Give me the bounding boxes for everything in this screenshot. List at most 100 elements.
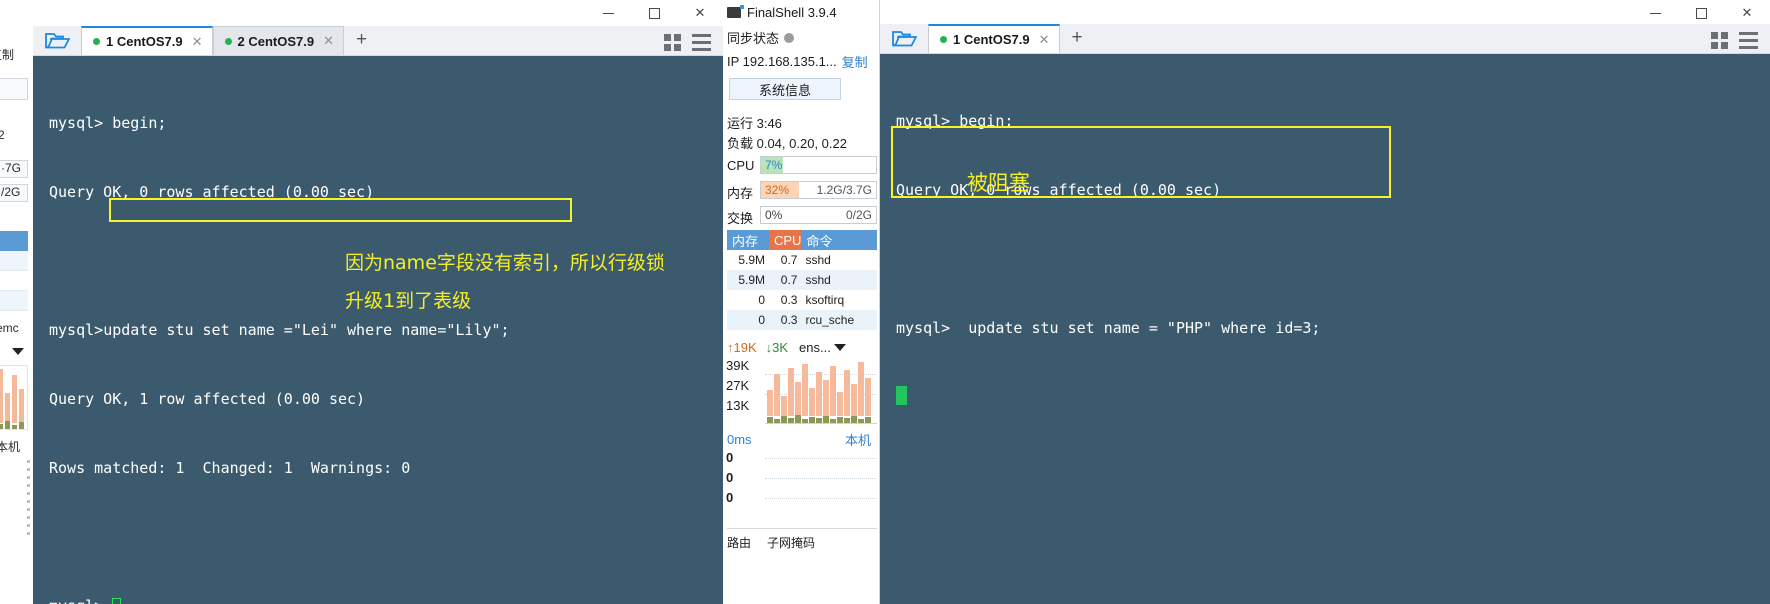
maximize-button[interactable] xyxy=(1678,0,1724,26)
maximize-icon xyxy=(1695,7,1707,19)
monitor-icon xyxy=(727,4,744,18)
close-button[interactable]: ✕ xyxy=(677,0,723,26)
net-chart-y-label-top: 39K xyxy=(726,358,750,373)
sync-status-row: 同步状态 xyxy=(727,28,795,47)
memory-meter-detail: 1.2G/3.7G xyxy=(816,183,872,197)
minimize-icon xyxy=(602,12,614,14)
maximize-icon xyxy=(648,7,660,19)
tab-close-icon[interactable]: ✕ xyxy=(192,34,203,50)
panel-divider xyxy=(727,528,877,529)
uptime-row: 运行 3:46 xyxy=(727,116,782,131)
copy-ip-link[interactable]: 复制 xyxy=(842,52,868,71)
sliver-table-row xyxy=(0,251,28,271)
table-row[interactable]: 0 0.3 rcu_sche xyxy=(727,310,877,330)
memory-meter: 32% 1.2G/3.7G xyxy=(760,181,877,199)
bottom-tab-route[interactable]: 路由 xyxy=(727,534,751,551)
window-titlebar-left[interactable]: ✕ xyxy=(33,0,723,26)
annotation-right-blocked: 被阻塞 xyxy=(967,171,1030,195)
toolbar-right-right xyxy=(1711,32,1770,53)
open-folder-button[interactable] xyxy=(33,25,81,55)
network-traffic-chart xyxy=(765,358,877,424)
tab-label: 1 CentOS7.9 xyxy=(953,32,1030,47)
sliver-net-chart xyxy=(0,365,28,430)
sliver-copy-link[interactable]: 复制 xyxy=(0,46,14,63)
process-col-memory[interactable]: 内存 xyxy=(727,230,769,250)
terminal-cursor-line xyxy=(896,386,1770,409)
tab-label: 2 CentOS7.9 xyxy=(237,33,315,49)
table-row[interactable]: 0 0.3 ksoftirq xyxy=(727,290,877,310)
process-command: sshd xyxy=(801,270,877,290)
tab-close-icon[interactable]: ✕ xyxy=(323,33,334,49)
network-interface-label: ens... xyxy=(799,340,831,355)
memory-meter-value: 32% xyxy=(765,183,790,197)
ping-target-label[interactable]: 本机 xyxy=(845,430,871,449)
window-controls-left: ✕ xyxy=(585,0,723,26)
ping-y-label-3: 0 xyxy=(726,490,734,505)
window-titlebar-right[interactable]: ✕ xyxy=(880,0,1770,24)
sliver-table-row xyxy=(0,291,28,311)
hamburger-menu-icon[interactable] xyxy=(1739,32,1758,49)
sliver-button[interactable] xyxy=(0,78,28,100)
hamburger-menu-icon[interactable] xyxy=(692,34,711,51)
left-background-window-sliver: 复制 2 ·7G /2G emc .. 本机 xyxy=(0,0,33,604)
process-col-cpu[interactable]: CPU xyxy=(769,230,802,250)
sliver-mem-right: ·7G xyxy=(1,161,22,175)
ping-y-label-2: 0 xyxy=(726,470,734,485)
finalshell-window-left: ✕ 1 CentOS7.9 ✕ 2 CentOS7.9 ✕ + mysql> b… xyxy=(33,0,723,604)
app-title: FinalShell 3.9.4 xyxy=(747,4,837,20)
process-table[interactable]: 内存 CPU 命令 5.9M 0.7 sshd 5.9M 0.7 sshd 0 … xyxy=(727,230,877,330)
chevron-down-icon[interactable] xyxy=(833,344,846,351)
grid-view-icon[interactable] xyxy=(664,34,681,51)
screenshot-root: 复制 2 ·7G /2G emc .. 本机 xyxy=(0,0,1770,604)
bottom-tab-subnet[interactable]: 子网掩码 xyxy=(767,534,815,551)
ip-row: IP 192.168.135.1... 复制 xyxy=(727,52,868,71)
table-row[interactable]: 5.9M 0.7 sshd xyxy=(727,250,877,270)
ping-latency-chart xyxy=(765,448,877,510)
network-interface-select[interactable]: ens... xyxy=(799,340,846,355)
chevron-down-icon[interactable] xyxy=(12,348,24,355)
table-row[interactable]: 5.9M 0.7 sshd xyxy=(727,270,877,290)
sliver-dot-column xyxy=(27,460,30,540)
cpu-meter-value: 7% xyxy=(765,158,783,172)
close-button[interactable]: ✕ xyxy=(1724,0,1770,26)
terminal-prompt: mysql> xyxy=(896,319,951,337)
sliver-local-label: 本机 xyxy=(0,440,21,454)
terminal-left[interactable]: mysql> begin; Query OK, 0 rows affected … xyxy=(33,56,723,604)
system-info-button[interactable]: 系统信息 xyxy=(729,78,841,100)
finalshell-window-right: ✕ 1 CentOS7.9 ✕ + mysql> begin; Query OK… xyxy=(880,0,1770,604)
open-folder-button[interactable] xyxy=(880,23,928,53)
maximize-button[interactable] xyxy=(631,0,677,26)
terminal-command-line: mysql> update stu set name = "PHP" where… xyxy=(896,317,1770,340)
minimize-button[interactable] xyxy=(585,0,631,26)
open-folder-icon xyxy=(45,33,70,49)
terminal-line: mysql> begin; xyxy=(49,114,167,132)
process-table-header-row: 内存 CPU 命令 xyxy=(727,230,877,250)
new-tab-button[interactable]: + xyxy=(344,27,379,55)
sync-status-label: 同步状态 xyxy=(727,31,780,46)
terminal-line: Query OK, 1 row affected (0.00 sec) xyxy=(49,390,366,408)
terminal-command-text: update stu set name ="Lei" where name="L… xyxy=(103,321,510,339)
sliver-table-row xyxy=(0,271,28,291)
tabbar-left: 1 CentOS7.9 ✕ 2 CentOS7.9 ✕ + xyxy=(33,26,723,56)
finalshell-monitor-panel: FinalShell 3.9.4 同步状态 IP 192.168.135.1..… xyxy=(723,0,880,604)
network-throughput-row: ↑19K ↓3K ens... xyxy=(727,340,846,355)
tabbar-right: 1 CentOS7.9 ✕ + xyxy=(880,24,1770,54)
swap-meter-value: 0% xyxy=(765,208,783,222)
tab-status-dot xyxy=(940,36,947,43)
close-icon: ✕ xyxy=(1741,5,1753,20)
tab-close-icon[interactable]: ✕ xyxy=(1039,32,1050,48)
sliver-table-header xyxy=(0,231,28,251)
grid-view-icon[interactable] xyxy=(1711,32,1728,49)
terminal-command-text: update stu set name = "PHP" where id=3; xyxy=(968,319,1321,337)
minimize-button[interactable] xyxy=(1632,0,1678,26)
process-col-command[interactable]: 命令 xyxy=(801,230,877,250)
sliver-number: 2 xyxy=(0,128,5,142)
net-chart-y-label-bottom: 13K xyxy=(726,398,750,413)
tab-1-centos79[interactable]: 1 CentOS7.9 ✕ xyxy=(81,26,213,55)
new-tab-button[interactable]: + xyxy=(1060,25,1095,53)
tab-2-centos79[interactable]: 2 CentOS7.9 ✕ xyxy=(212,26,344,55)
tab-1-centos79[interactable]: 1 CentOS7.9 ✕ xyxy=(928,24,1060,53)
sliver-dots: .. xyxy=(0,344,1,358)
ping-value: 0ms xyxy=(727,432,752,447)
